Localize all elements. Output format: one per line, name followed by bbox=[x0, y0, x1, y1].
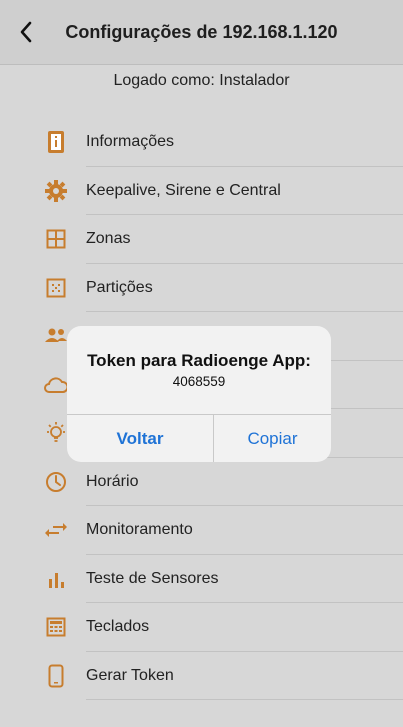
token-alert-dialog: Token para Radioenge App: 4068559 Voltar… bbox=[67, 326, 331, 462]
token-value: 4068559 bbox=[172, 374, 226, 389]
back-alert-button[interactable]: Voltar bbox=[67, 415, 213, 462]
alert-title: Token para Radioenge App: bbox=[87, 351, 311, 370]
copy-button[interactable]: Copiar bbox=[214, 415, 331, 462]
